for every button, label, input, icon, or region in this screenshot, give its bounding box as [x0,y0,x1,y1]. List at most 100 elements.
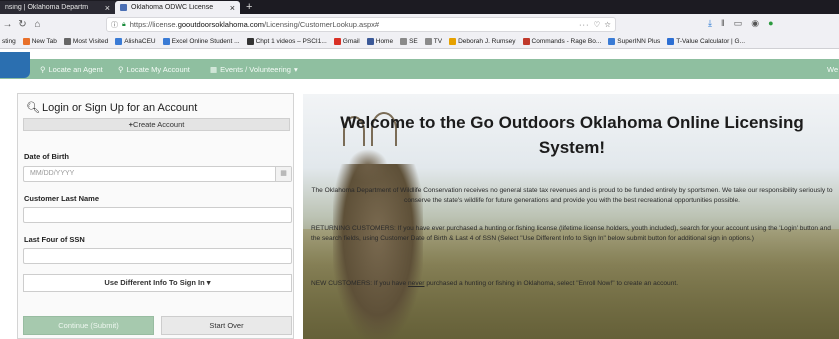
create-account-label: Create Account [133,120,185,129]
book-icon [449,38,457,45]
calendar-icon: ▦ [210,64,218,74]
bookmark-item[interactable]: Most Visited [63,38,109,45]
bookmark-label: Gmail [342,38,360,45]
locate-agent-link[interactable]: ⚲ Locate an Agent [40,59,103,79]
gmail-icon [333,38,341,45]
nav-label: Events / Volunteering [220,64,291,74]
continue-submit-button[interactable]: Continue (Submit) [23,316,154,335]
login-panel: 🔍︎ Login or Sign Up for an Account +Crea… [17,93,294,339]
dob-label: Date of Birth [24,152,69,161]
facebook-icon [366,38,374,45]
bookmark-item[interactable]: SuperINN Plus [608,38,660,45]
doc-icon [667,38,675,45]
tab-odwc-license[interactable]: Oklahoma ODWC License × [115,1,240,14]
map-pin-icon: ⚲ [40,64,46,74]
new-customers-text-a: NEW CUSTOMERS: If you have [311,280,408,287]
bookmark-label: Excel Online Student ... [171,38,240,45]
bookmark-label: AlishaCEU [124,38,156,45]
download-icon[interactable]: ⤓ [708,18,712,29]
new-customers-paragraph: NEW CUSTOMERS: If you have never purchas… [311,279,833,289]
gear-icon [63,38,71,45]
bookmark-label: TV [433,38,443,45]
home-icon[interactable]: ⌂ [30,19,45,30]
url-bar[interactable]: ⓘ 🔒︎ https://license.gooutdoorsoklahoma.… [106,17,616,32]
sidebar-icon[interactable]: ▭ [734,18,743,29]
events-volunteering-menu[interactable]: ▦ Events / Volunteering ▾ [210,59,298,79]
bookmark-star-icon[interactable]: ☆ [604,20,611,29]
url-host: gooutdoorsoklahoma.com [177,20,264,29]
reload-icon[interactable]: ↻ [15,19,30,30]
never-text: never [407,280,425,287]
use-different-info-button[interactable]: Use Different Info To Sign In ▾ [23,274,292,292]
bookmark-item[interactable]: sting [2,38,16,45]
firefox-icon [22,38,30,45]
info-icon[interactable]: ⓘ [111,20,118,30]
tab-label: nsing | Oklahoma Departm [5,4,89,11]
different-info-label: Use Different Info To Sign In [104,278,205,287]
bookmark-item[interactable]: New Tab [22,38,57,45]
forward-arrow-icon[interactable]: → [0,19,15,30]
new-customers-text-b: purchased a hunting or fishing in Oklaho… [424,280,679,287]
last-name-input[interactable] [23,207,292,223]
bookmark-item[interactable]: Excel Online Student ... [162,38,240,45]
page-actions-icon[interactable]: ··· [579,20,590,29]
folder-icon [424,38,432,45]
folder-icon [400,38,408,45]
bookmark-item[interactable]: Commands - Rage Bo... [522,38,602,45]
caret-down-icon: ▾ [206,278,211,287]
close-tab-icon[interactable]: × [230,3,235,13]
site-logo[interactable] [0,52,30,78]
close-tab-icon[interactable]: × [105,3,110,13]
globe-icon [162,38,170,45]
browser-nav-bar: → ↻ ⌂ ⓘ 🔒︎ https://license.gooutdoorsokl… [0,14,839,35]
toolbar-icons: ⤓ ‖ ▭ ◉ ● [708,18,774,29]
bookmark-item[interactable]: Deborah J. Rumsey [449,38,516,45]
extension-icon[interactable]: ◉ [751,18,759,29]
bookmark-item[interactable]: TV [424,38,443,45]
bookmark-label: Commands - Rage Bo... [531,38,602,45]
bookmark-item[interactable]: Home [366,38,394,45]
bookmark-item[interactable]: AlishaCEU [115,38,156,45]
lock-icon: 🔒︎ [122,20,126,28]
last-name-label: Customer Last Name [24,194,100,203]
intro-paragraph: The Oklahoma Department of Wildlife Cons… [311,187,833,204]
odwc-favicon-icon [120,4,127,11]
bookmark-label: Most Visited [72,38,109,45]
bookmark-item[interactable]: SE [400,38,418,45]
create-account-button[interactable]: +Create Account [23,118,290,131]
calendar-icon[interactable]: ▦ [275,167,291,181]
circle-icon [522,38,530,45]
tab-label: Oklahoma ODWC License [131,4,214,11]
bookmark-label: T-Value Calculator | G... [676,38,746,45]
new-tab-button[interactable]: + [240,1,258,14]
bookmark-label: SE [409,38,418,45]
bookmark-item[interactable]: Gmail [333,38,360,45]
bookmark-label: Deborah J. Rumsey [458,38,516,45]
extension-green-icon[interactable]: ● [768,18,773,29]
tab-oklahoma-department[interactable]: nsing | Oklahoma Departm × [0,1,115,14]
url-prefix: https://license. [129,20,178,29]
library-icon[interactable]: ‖ [721,18,725,29]
bookmark-item[interactable]: Chpt 1 videos – PSCI1... [246,38,327,45]
login-action-row: Continue (Submit) Start Over [23,316,292,335]
nav-label: Locate an Agent [48,64,103,74]
login-title-text: Login or Sign Up for an Account [41,101,198,114]
dob-input[interactable]: MM/DD/YYYY ▦ [23,166,292,182]
ssn-label: Last Four of SSN [24,235,85,244]
start-over-button[interactable]: Start Over [161,316,292,335]
bookmark-label: SuperINN Plus [617,38,661,45]
returning-customers-paragraph: RETURNING CUSTOMERS: If you have ever pu… [311,225,831,242]
ssn-input[interactable] [23,248,292,264]
video-icon [246,38,254,45]
bookmark-label: Home [375,38,394,45]
site-top-strip [0,49,839,59]
nav-overflow-text[interactable]: We [827,59,838,79]
url-text: https://license.gooutdoorsoklahoma.com/L… [130,20,379,29]
bookmark-label: New Tab [31,38,57,45]
nav-label: Locate My Account [126,64,190,74]
locate-account-link[interactable]: ⚲ Locate My Account [118,59,190,79]
bookmark-item[interactable]: T-Value Calculator | G... [667,38,745,45]
globe-icon [115,38,123,45]
globe-icon [608,38,616,45]
pocket-icon[interactable]: ♡ [594,20,601,29]
